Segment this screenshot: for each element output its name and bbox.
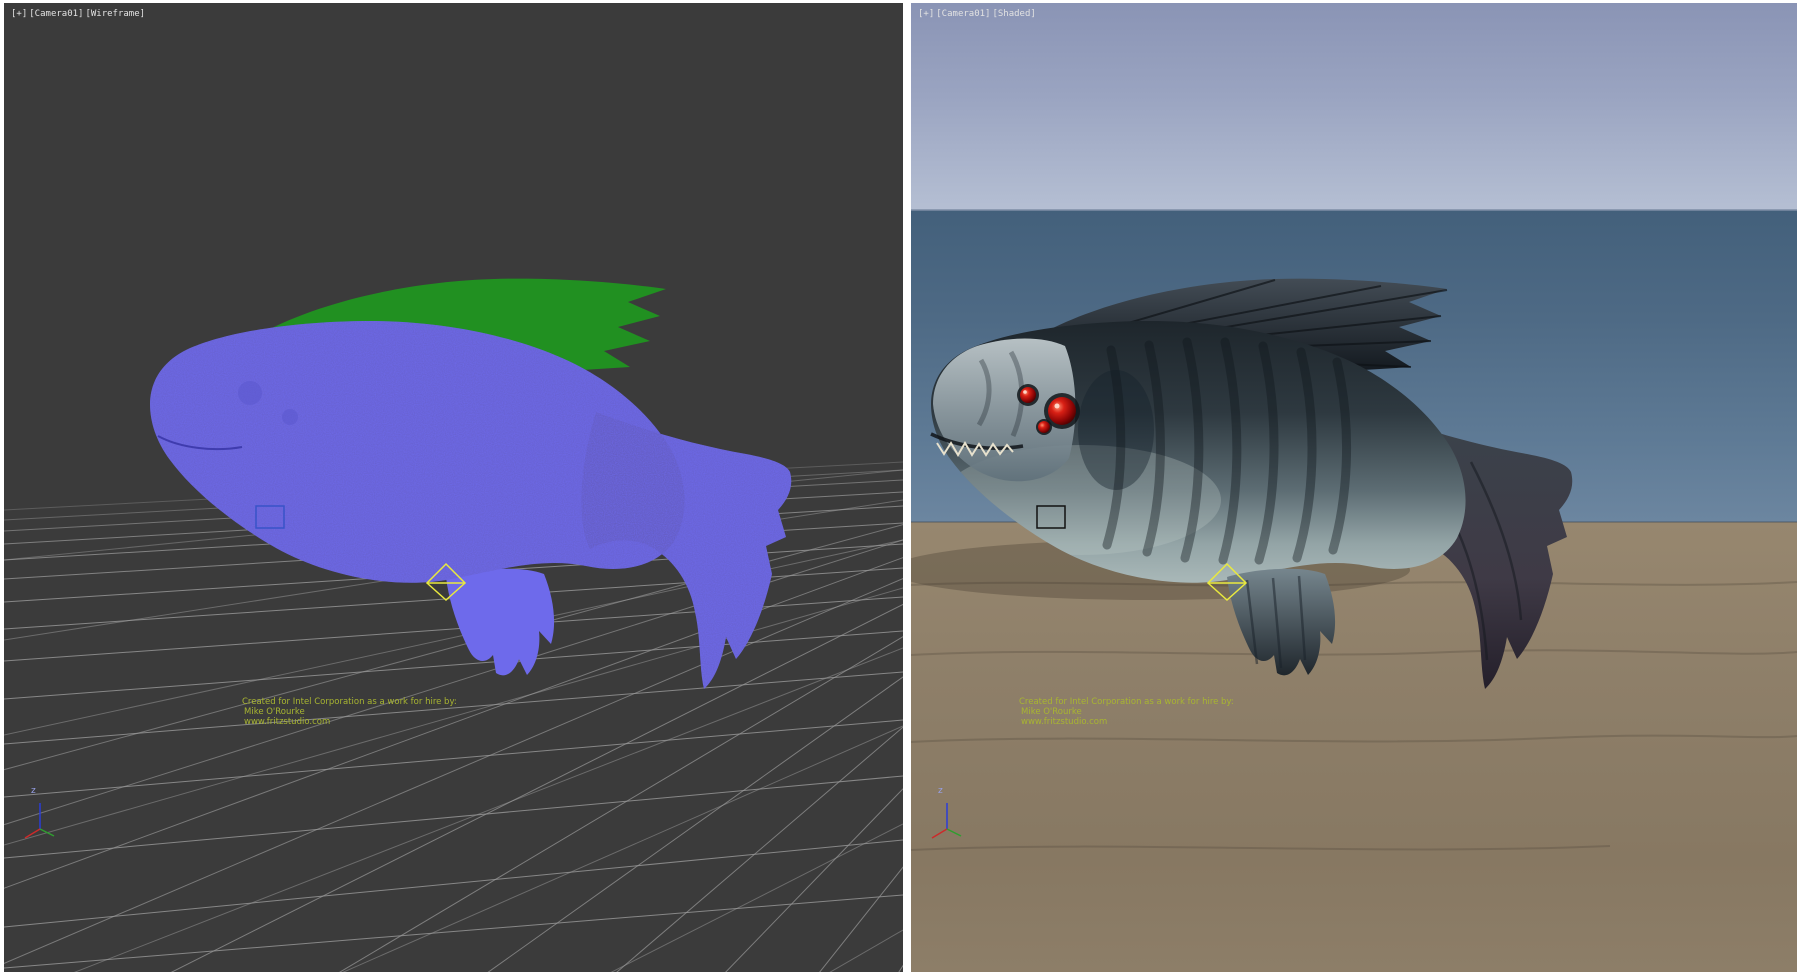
axis-x-line xyxy=(25,829,40,838)
viewport-menu-button[interactable]: [+] xyxy=(11,9,27,19)
axis-x-line xyxy=(932,829,947,838)
world-axis-svg xyxy=(923,791,971,839)
viewport-shading-button[interactable]: [Shaded] xyxy=(992,9,1035,19)
world-axis-gizmo: z xyxy=(923,791,971,839)
watermark-text: Created for Intel Corporation as a work … xyxy=(242,697,457,727)
viewport-label: [+][Camera01][Wireframe] xyxy=(11,9,147,19)
watermark-text: Created for Intel Corporation as a work … xyxy=(1019,697,1234,727)
viewport-shading-button[interactable]: [Wireframe] xyxy=(85,9,145,19)
viewport-camera-button[interactable]: [Camera01] xyxy=(936,9,990,19)
viewport-wireframe[interactable]: [+][Camera01][Wireframe] Created for Int… xyxy=(4,3,903,972)
viewport-camera-button[interactable]: [Camera01] xyxy=(29,9,83,19)
axis-y-line xyxy=(947,829,961,836)
world-axis-gizmo: z xyxy=(16,791,64,839)
watermark-line: Created for Intel Corporation as a work … xyxy=(1019,697,1234,707)
watermark-line: Mike O'Rourke xyxy=(1021,707,1234,717)
world-axis-svg xyxy=(16,791,64,839)
viewport-label: [+][Camera01][Shaded] xyxy=(918,9,1038,19)
watermark-line: www.fritzstudio.com xyxy=(244,717,457,727)
viewport-menu-button[interactable]: [+] xyxy=(918,9,934,19)
viewport-shaded[interactable]: [+][Camera01][Shaded] Created for Intel … xyxy=(911,3,1797,972)
axis-y-line xyxy=(40,829,54,836)
axis-z-label: z xyxy=(938,786,943,796)
watermark-line: Created for Intel Corporation as a work … xyxy=(242,697,457,707)
axis-z-label: z xyxy=(31,786,36,796)
dual-viewport-canvas: [+][Camera01][Wireframe] Created for Int… xyxy=(0,0,1800,978)
watermark-line: www.fritzstudio.com xyxy=(1021,717,1234,727)
watermark-line: Mike O'Rourke xyxy=(244,707,457,717)
